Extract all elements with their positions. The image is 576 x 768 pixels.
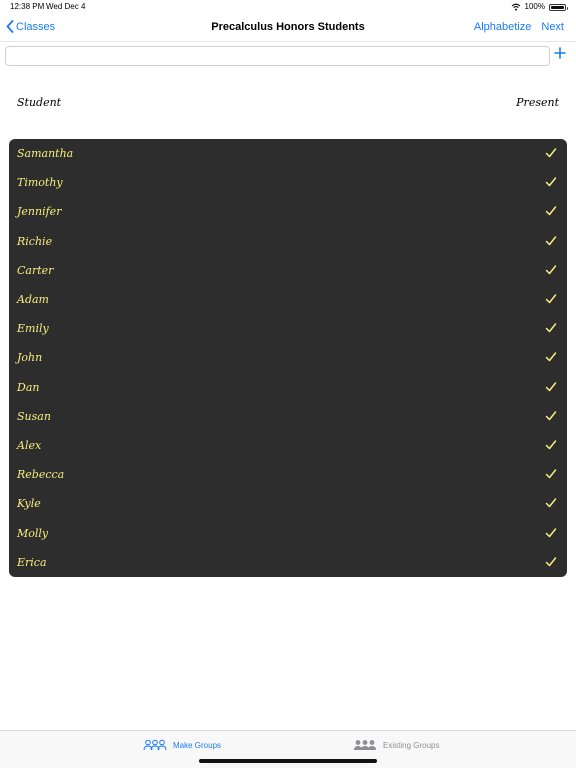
add-student-button[interactable] [553,47,567,61]
tab-make-groups[interactable]: Make Groups [143,739,221,751]
status-time: 12:38 PM [10,2,45,11]
header-student: Student [17,96,62,109]
student-name: Adam [17,293,49,306]
existing-groups-icon [354,740,376,750]
make-groups-icon [143,739,167,751]
student-name: Richie [17,234,53,248]
table-row[interactable]: Timothy [9,168,567,197]
checkmark-icon [545,177,557,187]
student-name: Kyle [17,497,41,511]
table-row[interactable]: Jennifer [9,197,567,226]
student-name: Jennifer [17,205,62,219]
nav-actions: Alphabetize Next [474,21,564,33]
student-name: Rebecca [17,468,65,482]
student-name: Emily [17,322,49,336]
checkmark-icon [545,411,557,421]
status-date: Wed Dec 4 [46,2,86,11]
wifi-icon [511,3,520,11]
checkmark-icon [545,206,557,216]
battery-percentage: 100% [524,2,545,11]
student-name: Molly [17,526,49,540]
checkmark-icon [545,265,557,275]
status-right-group: 100% [511,0,568,14]
table-row[interactable]: John [9,343,567,372]
student-name: Susan [17,409,51,423]
checkmark-icon [545,323,557,333]
alphabetize-button[interactable]: Alphabetize [474,21,532,33]
student-name: John [17,351,43,365]
student-name: Dan [17,380,40,394]
table-row[interactable]: Carter [9,256,567,285]
tab-existing-groups[interactable]: Existing Groups [353,739,439,751]
checkmark-icon [545,352,557,362]
table-row[interactable]: Kyle [9,489,567,518]
checkmark-icon [545,148,557,158]
student-name: Alex [17,439,42,452]
add-student-row [0,42,576,72]
next-button[interactable]: Next [541,21,564,33]
table-row[interactable]: Rebecca [9,460,567,489]
student-list: Samantha Timothy Jennifer Richie Carter Adam E… [9,139,567,577]
table-row[interactable]: Dan [9,373,567,402]
checkmark-icon [545,381,557,391]
table-row[interactable]: Emily [9,314,567,343]
checkmark-icon [545,294,557,304]
checkmark-icon [545,557,557,567]
checkmark-icon [545,235,557,245]
navigation-bar: Classes Precalculus Honors Students Alph… [0,14,576,42]
student-name: Samantha [17,147,74,160]
status-bar: 12:38 PM Wed Dec 4 100% [0,0,576,14]
table-row[interactable]: Alex [9,431,567,460]
student-name: Carter [17,263,54,277]
checkmark-icon [545,440,557,450]
student-name: Timothy [17,176,63,190]
home-indicator [199,759,377,763]
plus-icon [554,47,566,59]
tab-make-groups-label: Make Groups [173,740,222,750]
table-row[interactable]: Samantha [9,139,567,168]
tab-existing-groups-label: Existing Groups [383,740,440,750]
header-present: Present [516,96,559,109]
checkmark-icon [545,498,557,508]
student-name-input[interactable] [5,46,550,66]
table-row[interactable]: Richie [9,227,567,256]
table-row[interactable]: Erica [9,548,567,577]
table-header: Student Present [0,96,576,112]
student-name: Erica [17,555,47,569]
table-row[interactable]: Susan [9,402,567,431]
table-row[interactable]: Molly [9,519,567,548]
checkmark-icon [545,527,557,537]
tab-bar: Make Groups Existing Groups [0,730,576,768]
battery-icon [549,3,568,11]
checkmark-icon [545,469,557,479]
table-row[interactable]: Adam [9,285,567,314]
